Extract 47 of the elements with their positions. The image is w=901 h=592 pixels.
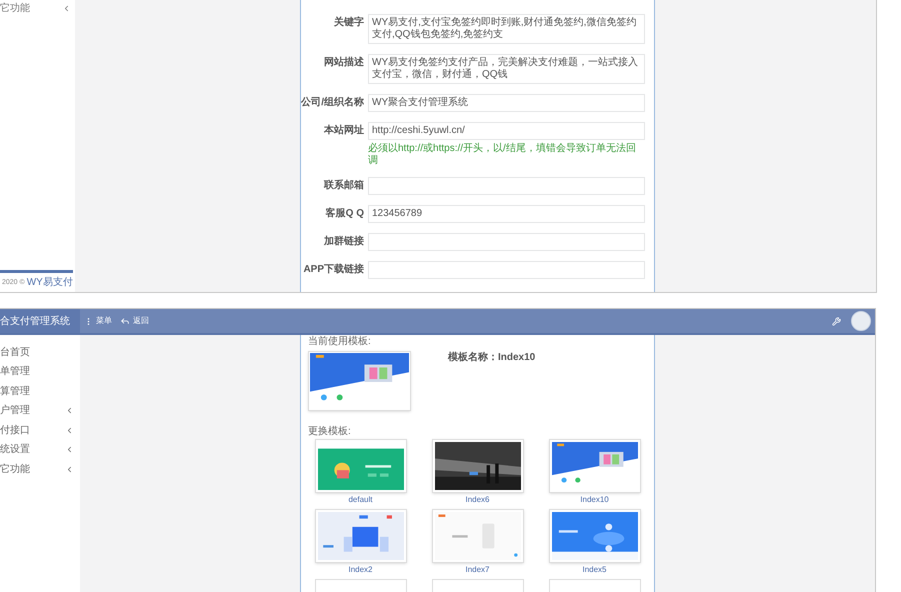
back-icon — [120, 316, 130, 326]
field-label: 公司/组织名称 — [301, 96, 364, 109]
text-field[interactable]: http://ceshi.5yuwl.cn/ — [368, 122, 645, 140]
sidebar-item[interactable]: 台首页 — [0, 343, 80, 362]
text-field[interactable]: WY易支付免签约支付产品，完美解决支付难题，一站式接入支付宝，微信，财付通，QQ钱 — [368, 54, 645, 84]
template-name[interactable]: Index2 — [348, 563, 373, 577]
sidebar-item[interactable]: 单管理 — [0, 362, 80, 381]
field-label: 客服Q Q — [324, 206, 364, 220]
sidebar-item[interactable]: 算管理 — [0, 382, 80, 400]
sidebar-item[interactable]: 户管理 — [0, 402, 80, 420]
template-name[interactable]: Index5 — [582, 563, 607, 577]
text-field[interactable] — [368, 177, 645, 195]
back-button[interactable]: 返回 — [120, 315, 149, 327]
sidebar-item[interactable]: 统设置 — [0, 440, 80, 459]
section-heading: 更换模板: — [308, 426, 352, 438]
text-field[interactable] — [368, 261, 645, 279]
avatar[interactable] — [851, 311, 871, 331]
field-label: APP下载链接 — [302, 262, 364, 276]
template-name[interactable]: Index10 — [580, 493, 609, 507]
chevron-icon — [65, 426, 74, 435]
section-heading: 当前使用模板: — [308, 336, 372, 348]
template-name-label: 模板名称： — [448, 352, 498, 365]
sidebar-item[interactable]: 它功能 — [0, 460, 80, 478]
chevron-icon — [65, 445, 74, 454]
hint-text: 必须以http://或https://开头，以/结尾，填错会导致订单无法回调 — [368, 143, 637, 167]
field-label: 联系邮箱 — [322, 178, 364, 192]
field-label: 本站网址 — [322, 124, 364, 137]
text-field[interactable]: WY聚合支付管理系统 — [368, 94, 645, 112]
wrench-icon[interactable] — [832, 316, 841, 326]
chevron-icon — [65, 464, 74, 474]
field-label: 加群链接 — [323, 234, 364, 248]
template-name[interactable]: Index7 — [465, 563, 490, 577]
sidebar-item[interactable]: 付接口 — [0, 421, 80, 440]
template-name[interactable]: default — [348, 493, 373, 507]
chevron-icon — [62, 4, 71, 12]
field-label: 网站描述 — [323, 56, 364, 69]
template-name[interactable]: Index6 — [465, 493, 490, 507]
text-field[interactable] — [368, 233, 645, 251]
template-name: Index10 — [498, 352, 536, 365]
text-field[interactable]: 123456789 — [368, 205, 645, 223]
chevron-icon — [65, 406, 74, 416]
menu-button[interactable]: 菜单 — [84, 315, 112, 327]
text-field[interactable]: WY易支付,支付宝免签约即时到账,财付通免签约,微信免签约支付,QQ钱包免签约,免签约支 — [368, 14, 645, 44]
field-label: 关键字 — [333, 15, 364, 29]
app-title: 合支付管理系统 — [0, 314, 70, 328]
brand-link[interactable]: WY易支付 — [26, 278, 73, 288]
sidebar-item[interactable]: 它功能 — [0, 0, 75, 16]
